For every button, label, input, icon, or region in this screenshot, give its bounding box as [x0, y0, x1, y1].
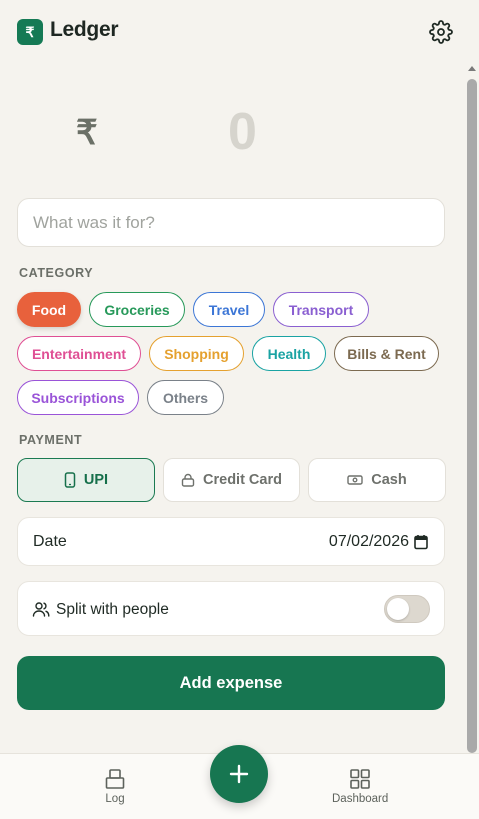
- scroll-up-arrow-icon[interactable]: [468, 66, 476, 71]
- calendar-icon[interactable]: [414, 534, 428, 550]
- chip-label: Bills & Rent: [347, 345, 426, 362]
- scrollbar-thumb[interactable]: [467, 79, 477, 753]
- nav-dashboard-label: Dashboard: [332, 793, 389, 805]
- chip-label: Entertainment: [31, 345, 127, 362]
- nav-log[interactable]: Log: [104, 768, 126, 805]
- app-header: ₹ Ledger: [0, 0, 479, 64]
- chip-label: Travel: [208, 301, 250, 318]
- date-value[interactable]: 07/02/2026: [329, 533, 409, 551]
- payment-cash-label: Cash: [371, 472, 407, 488]
- category-chip-travel[interactable]: Travel: [193, 292, 265, 327]
- add-expense-button[interactable]: Add expense: [17, 656, 445, 710]
- plus-icon: [229, 764, 249, 784]
- chip-label: Shopping: [164, 345, 229, 362]
- category-chip-subscriptions[interactable]: Subscriptions: [17, 380, 139, 415]
- payment-upi-button[interactable]: UPI: [17, 458, 155, 502]
- nav-dashboard[interactable]: Dashboard: [332, 768, 388, 805]
- chip-label: Transport: [288, 301, 354, 318]
- currency-symbol: ₹: [76, 114, 98, 152]
- split-label: Split with people: [56, 601, 169, 618]
- category-label: CATEGORY: [19, 266, 94, 280]
- gear-icon[interactable]: [429, 20, 453, 44]
- chip-label: Food: [31, 301, 67, 318]
- chip-label: Others: [162, 389, 209, 406]
- nav-log-label: Log: [105, 793, 125, 805]
- chip-label: Subscriptions: [31, 389, 125, 406]
- chip-label: Groceries: [104, 301, 170, 318]
- category-chip-entertainment[interactable]: Entertainment: [17, 336, 141, 371]
- category-chip-health[interactable]: Health: [252, 336, 326, 371]
- phone-icon: [64, 472, 76, 488]
- split-row: Split with people: [17, 581, 445, 636]
- banknote-icon: [347, 475, 363, 485]
- category-chip-transport[interactable]: Transport: [273, 292, 369, 327]
- description-input[interactable]: [17, 198, 445, 247]
- payment-credit-card-button[interactable]: Credit Card: [163, 458, 300, 502]
- category-chip-bills-rent[interactable]: Bills & Rent: [334, 336, 439, 371]
- category-chip-groceries[interactable]: Groceries: [89, 292, 185, 327]
- category-chip-shopping[interactable]: Shopping: [149, 336, 244, 371]
- users-icon: [32, 602, 50, 617]
- app-title: Ledger: [50, 18, 119, 41]
- log-icon: [105, 769, 125, 789]
- category-chip-food[interactable]: Food: [17, 292, 81, 327]
- logo-icon: ₹: [17, 19, 43, 45]
- dashboard-icon: [350, 769, 370, 789]
- toggle-knob: [387, 598, 409, 620]
- add-fab-button[interactable]: [210, 745, 268, 803]
- payment-upi-label: UPI: [83, 472, 109, 488]
- payment-credit-card-label: Credit Card: [203, 472, 282, 488]
- chip-label: Health: [267, 345, 311, 362]
- payment-cash-button[interactable]: Cash: [308, 458, 446, 502]
- split-toggle[interactable]: [384, 595, 430, 623]
- payment-label: PAYMENT: [19, 433, 83, 447]
- lock-icon: [181, 473, 195, 487]
- category-chip-others[interactable]: Others: [147, 380, 224, 415]
- date-label: Date: [33, 533, 67, 550]
- amount-input[interactable]: 0: [228, 102, 257, 162]
- date-field[interactable]: Date 07/02/2026: [17, 517, 445, 566]
